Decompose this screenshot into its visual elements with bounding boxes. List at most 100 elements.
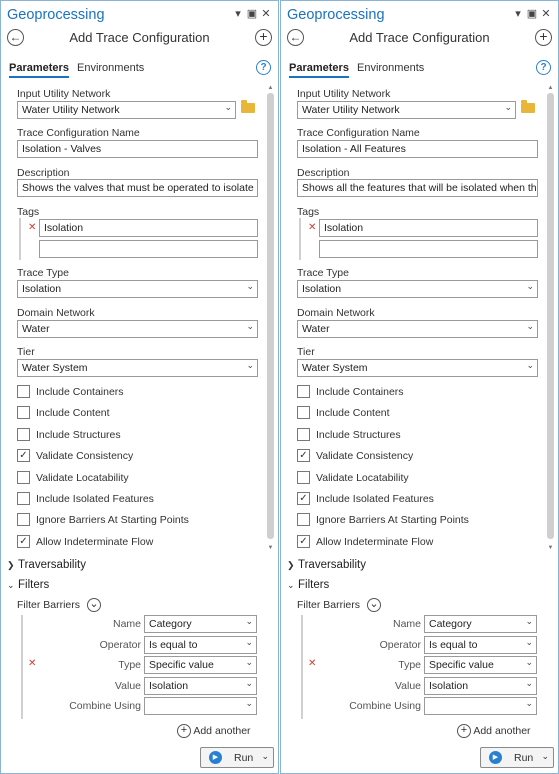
scrollbar-thumb[interactable] <box>267 93 274 539</box>
filter-type-select[interactable]: Specific value ⌄ <box>424 656 537 674</box>
help-icon[interactable]: ? <box>536 60 551 75</box>
remove-tag-icon[interactable]: ✕ <box>308 222 316 233</box>
filter-type-select[interactable]: Specific value ⌄ <box>144 656 257 674</box>
scroll-down-icon[interactable]: ▼ <box>547 545 554 551</box>
trace-type-value: Isolation <box>22 283 62 295</box>
scroll-up-icon[interactable]: ▲ <box>547 85 554 91</box>
checkbox-label: Validate Locatability <box>316 472 409 484</box>
chevron-down-icon: ⌄ <box>525 637 533 647</box>
trace-type-label: Trace Type <box>17 267 69 279</box>
filter-name-value: Category <box>429 618 472 630</box>
collapse-chevron-icon[interactable]: ⌄ <box>366 598 381 612</box>
add-tool-icon[interactable]: + <box>535 29 552 46</box>
remove-tag-icon[interactable]: ✕ <box>28 222 36 233</box>
tool-title: Add Trace Configuration <box>349 30 490 45</box>
filter-name-select[interactable]: Category ⌄ <box>144 615 257 633</box>
collapse-chevron-icon[interactable]: ⌄ <box>86 598 101 612</box>
checkbox-validate-locatability[interactable] <box>17 471 30 484</box>
pane-menu-icon[interactable]: ▾ <box>232 7 244 21</box>
checkbox-include-structures[interactable] <box>297 428 310 441</box>
description-field[interactable]: Shows the valves that must be operated t… <box>17 179 258 197</box>
folder-icon[interactable] <box>241 100 255 113</box>
section-filters[interactable]: ⌄ Filters <box>287 579 329 591</box>
chevron-down-icon: ⌄ <box>245 637 253 647</box>
tool-title: Add Trace Configuration <box>69 30 210 45</box>
run-button[interactable]: ▶ Run ⌄ <box>200 747 274 768</box>
tier-select[interactable]: Water System ⌄ <box>17 359 258 377</box>
filter-value-label: Value <box>394 680 421 692</box>
add-tool-icon[interactable]: + <box>255 29 272 46</box>
domain-network-select[interactable]: Water ⌄ <box>17 320 258 338</box>
geoprocessing-pane-left: Geoprocessing ▾ ▣ ✕ ← Add Trace Configur… <box>0 0 279 774</box>
tier-select[interactable]: Water System ⌄ <box>297 359 538 377</box>
input-network-select[interactable]: Water Utility Network ⌄ <box>17 101 236 119</box>
trace-type-select[interactable]: Isolation ⌄ <box>17 280 258 298</box>
section-filters[interactable]: ⌄ Filters <box>7 579 49 591</box>
run-options-chevron-icon[interactable]: ⌄ <box>261 751 269 762</box>
chevron-down-icon: ⌄ <box>287 580 295 590</box>
checkbox-validate-locatability[interactable] <box>297 471 310 484</box>
checkbox-include-content[interactable] <box>17 406 30 419</box>
help-icon[interactable]: ? <box>256 60 271 75</box>
scrollbar-thumb[interactable] <box>547 93 554 539</box>
folder-icon[interactable] <box>521 100 535 113</box>
run-options-chevron-icon[interactable]: ⌄ <box>541 751 549 762</box>
filter-value-select[interactable]: Isolation ⌄ <box>144 677 257 695</box>
section-traversability[interactable]: ❯ Traversability <box>287 559 366 571</box>
checkbox-ignore-barriers[interactable] <box>297 513 310 526</box>
close-icon[interactable]: ✕ <box>540 7 552 21</box>
checkbox-include-containers[interactable] <box>17 385 30 398</box>
checkbox-label: Include Isolated Features <box>36 493 154 505</box>
trace-name-field[interactable]: Isolation - All Features <box>297 140 538 158</box>
filter-combine-select[interactable]: ⌄ <box>144 697 257 715</box>
filter-combine-select[interactable]: ⌄ <box>424 697 537 715</box>
add-another-button[interactable]: + Add another <box>457 724 531 738</box>
add-another-button[interactable]: + Add another <box>177 724 251 738</box>
domain-network-value: Water <box>302 323 330 335</box>
checkbox-validate-consistency[interactable]: ✓ <box>17 449 30 462</box>
checkbox-allow-indeterminate-flow[interactable]: ✓ <box>297 535 310 548</box>
maximize-icon[interactable]: ▣ <box>246 7 258 21</box>
checkbox-include-content[interactable] <box>297 406 310 419</box>
trace-name-field[interactable]: Isolation - Valves <box>17 140 258 158</box>
checkbox-include-isolated-features[interactable] <box>17 492 30 505</box>
pane-title: Geoprocessing <box>287 7 385 23</box>
filter-operator-select[interactable]: Is equal to ⌄ <box>424 636 537 654</box>
input-network-select[interactable]: Water Utility Network ⌄ <box>297 101 516 119</box>
new-tag-field[interactable] <box>39 240 258 258</box>
new-tag-field[interactable] <box>319 240 538 258</box>
trace-name-label: Trace Configuration Name <box>297 127 420 139</box>
tab-environments[interactable]: Environments <box>77 62 144 74</box>
pane-title: Geoprocessing <box>7 7 105 23</box>
chevron-down-icon: ⌄ <box>526 321 534 331</box>
domain-network-select[interactable]: Water ⌄ <box>297 320 538 338</box>
close-icon[interactable]: ✕ <box>260 7 272 21</box>
filter-operator-select[interactable]: Is equal to ⌄ <box>144 636 257 654</box>
checkbox-include-isolated-features[interactable]: ✓ <box>297 492 310 505</box>
checkbox-include-containers[interactable] <box>297 385 310 398</box>
scroll-up-icon[interactable]: ▲ <box>267 85 274 91</box>
run-button[interactable]: ▶ Run ⌄ <box>480 747 554 768</box>
description-field[interactable]: Shows all the features that will be isol… <box>297 179 538 197</box>
filter-value-select[interactable]: Isolation ⌄ <box>424 677 537 695</box>
checkbox-label: Include Structures <box>316 429 401 441</box>
tab-parameters[interactable]: Parameters <box>9 62 69 78</box>
tab-parameters[interactable]: Parameters <box>289 62 349 78</box>
tag-field[interactable]: Isolation <box>39 219 258 237</box>
pane-menu-icon[interactable]: ▾ <box>512 7 524 21</box>
checkbox-allow-indeterminate-flow[interactable]: ✓ <box>17 535 30 548</box>
section-traversability[interactable]: ❯ Traversability <box>7 559 86 571</box>
checkbox-include-structures[interactable] <box>17 428 30 441</box>
input-network-value: Water Utility Network <box>22 104 120 116</box>
tag-field[interactable]: Isolation <box>319 219 538 237</box>
checkbox-validate-consistency[interactable]: ✓ <box>297 449 310 462</box>
filter-combine-label: Combine Using <box>349 700 421 712</box>
maximize-icon[interactable]: ▣ <box>526 7 538 21</box>
filter-operator-label: Operator <box>99 639 141 651</box>
filter-name-select[interactable]: Category ⌄ <box>424 615 537 633</box>
scroll-down-icon[interactable]: ▼ <box>267 545 274 551</box>
checkbox-label: Include Content <box>36 407 110 419</box>
tab-environments[interactable]: Environments <box>357 62 424 74</box>
checkbox-ignore-barriers[interactable] <box>17 513 30 526</box>
trace-type-select[interactable]: Isolation ⌄ <box>297 280 538 298</box>
